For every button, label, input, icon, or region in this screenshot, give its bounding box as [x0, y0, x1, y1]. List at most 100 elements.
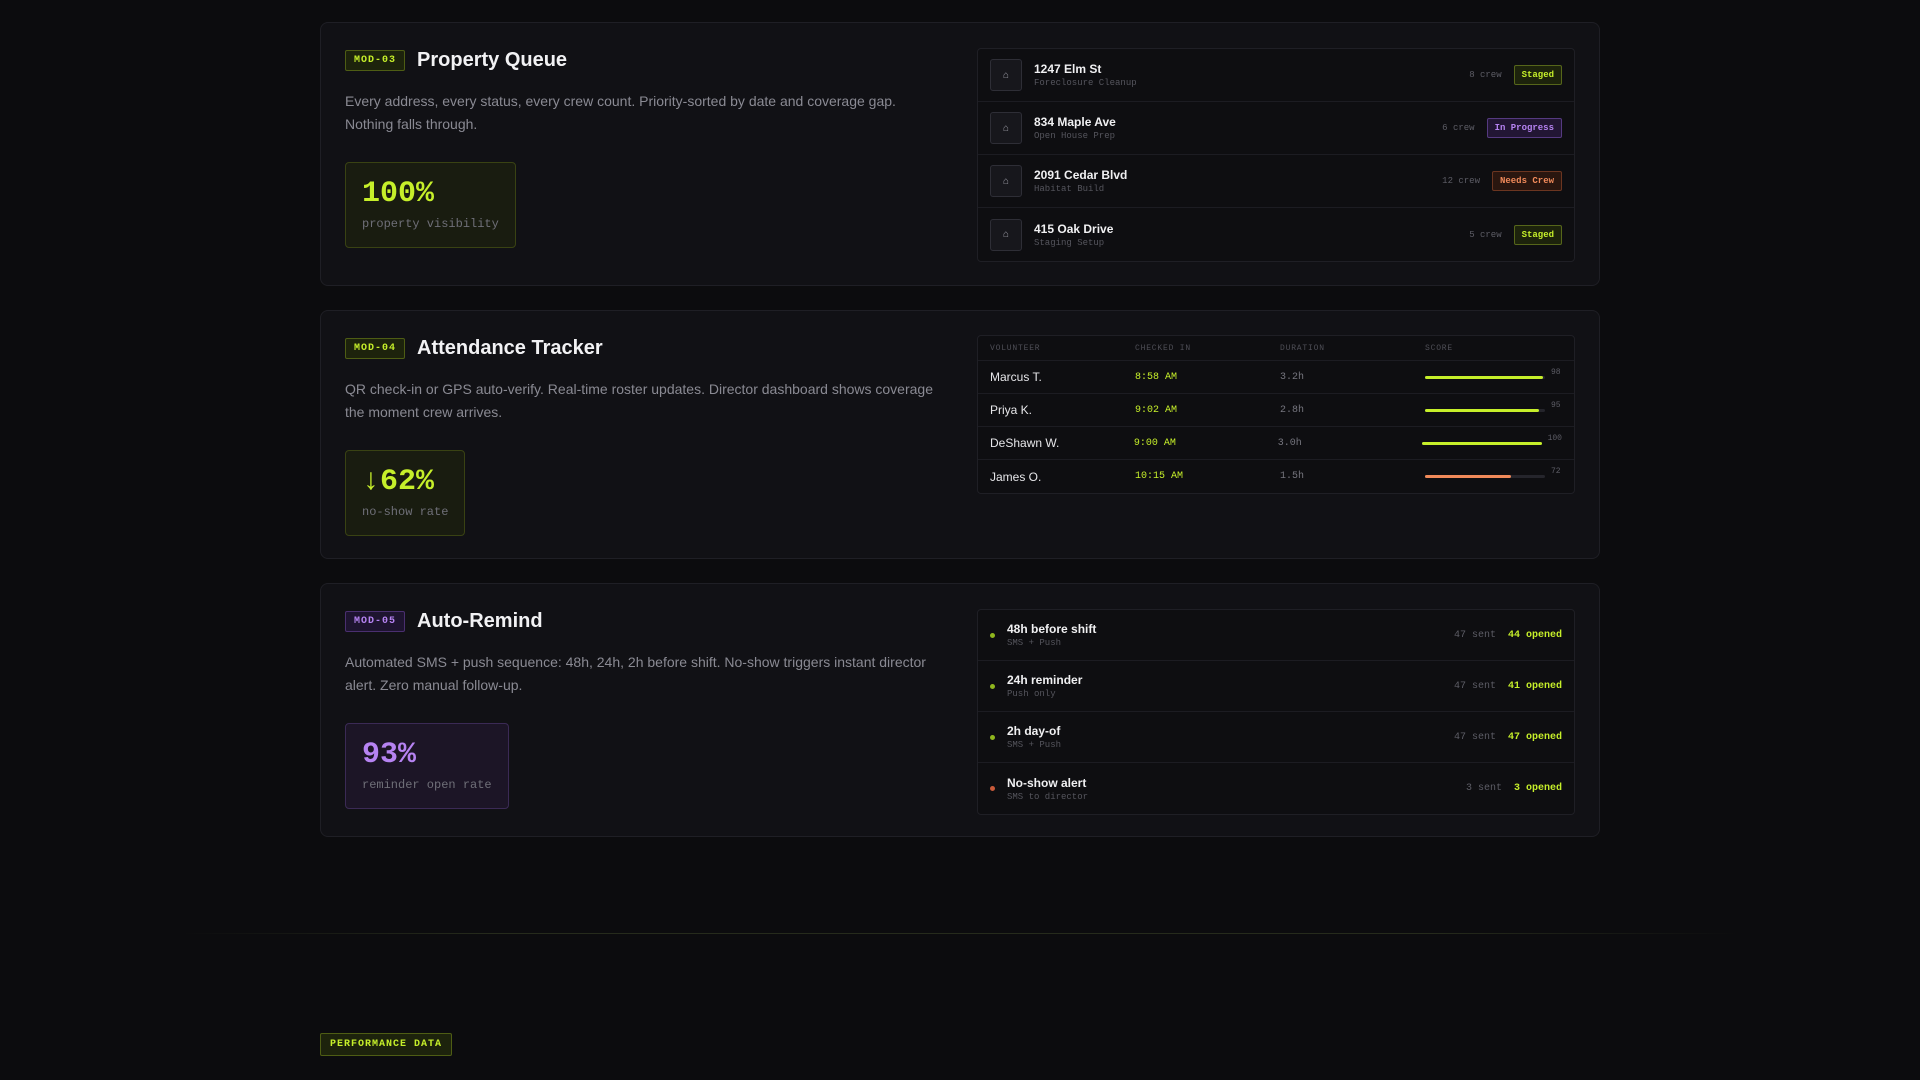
house-icon: ⌂	[990, 165, 1022, 197]
sent-count: 47 sent	[1453, 731, 1496, 743]
property-type: Open House Prep	[1034, 131, 1116, 141]
house-icon: ⌂	[990, 59, 1022, 91]
performance-data-tag: PERFORMANCE DATA	[320, 1033, 453, 1056]
opened-count: 41 opened	[1507, 680, 1562, 692]
score-value: 98	[1551, 367, 1561, 377]
property-row[interactable]: ⌂ 2091 Cedar Blvd Habitat Build 12 crew …	[978, 155, 1574, 208]
score-value: 100	[1547, 433, 1562, 443]
property-row[interactable]: ⌂ 834 Maple Ave Open House Prep 6 crew I…	[978, 102, 1574, 155]
score-bar-fill	[1425, 408, 1539, 412]
status-badge: Staged	[1513, 224, 1562, 245]
module-header: MOD-03 Property Queue	[345, 49, 945, 72]
property-type: Foreclosure Cleanup	[1034, 78, 1137, 88]
status-badge: In Progress	[1486, 118, 1562, 138]
stat-box: 100% property visibility	[345, 162, 516, 248]
reminder-list: 48h before shift SMS + Push 47 sent 44 o…	[977, 609, 1575, 815]
duration: 1.5h	[1280, 471, 1305, 482]
property-row[interactable]: ⌂ 1247 Elm St Foreclosure Cleanup 8 crew…	[978, 49, 1574, 102]
checked-in-time: 9:00 AM	[1133, 437, 1176, 449]
score-bar-fill	[1421, 441, 1542, 445]
house-icon: ⌂	[990, 218, 1022, 251]
stat-value: ↓62%	[362, 465, 435, 499]
table-row[interactable]: DeShawn W. 9:00 AM 3.0h 100	[978, 427, 1574, 460]
module-tag: MOD-05	[345, 611, 406, 632]
volunteer-name: Marcus T.	[990, 370, 1042, 384]
module-tag: MOD-04	[345, 338, 406, 359]
duration: 3.0h	[1277, 437, 1302, 449]
reminder-row[interactable]: 24h reminder Push only 47 sent 41 opened	[978, 661, 1574, 712]
score-value: 95	[1551, 400, 1561, 410]
stat-label: property visibility	[362, 217, 499, 231]
reminder-channel: SMS + Push	[1007, 740, 1062, 750]
table-row[interactable]: Marcus T. 8:58 AM 3.2h 98	[978, 361, 1574, 394]
module-description: Automated SMS + push sequence: 48h, 24h,…	[345, 654, 926, 693]
sent-count: 3 sent	[1465, 783, 1502, 794]
table-row[interactable]: James O. 10:15 AM 1.5h 72	[978, 460, 1574, 493]
module-title: Property Queue	[417, 49, 568, 71]
duration: 3.2h	[1280, 371, 1305, 383]
score-bar	[1425, 375, 1545, 379]
module-title: Attendance Tracker	[417, 337, 603, 359]
stat-label: reminder open rate	[362, 778, 492, 792]
property-type: Habitat Build	[1034, 184, 1105, 194]
column-header: VOLUNTEER	[990, 343, 1041, 353]
stat-box: 93% reminder open rate	[345, 723, 509, 809]
checked-in-time: 8:58 AM	[1135, 371, 1178, 383]
property-row[interactable]: ⌂ 415 Oak Drive Staging Setup 5 crew Sta…	[978, 208, 1574, 261]
auto-remind-card: MOD-05 Auto-Remind Automated SMS + push …	[320, 583, 1600, 837]
module-header: MOD-04 Attendance Tracker	[345, 337, 945, 360]
attendance-table: VOLUNTEER CHECKED IN DURATION SCORE Marc…	[977, 335, 1575, 494]
property-queue-card: MOD-03 Property Queue Every address, eve…	[320, 22, 1600, 286]
reminder-title: 2h day-of	[1007, 724, 1061, 738]
module-description: QR check-in or GPS auto-verify. Real-tim…	[345, 381, 933, 420]
checked-in-time: 9:02 AM	[1135, 404, 1178, 416]
reminder-row[interactable]: 2h day-of SMS + Push 47 sent 47 opened	[978, 712, 1574, 763]
column-header: DURATION	[1280, 343, 1325, 353]
house-icon: ⌂	[990, 112, 1022, 144]
module-title: Auto-Remind	[417, 610, 543, 632]
sent-count: 47 sent	[1453, 680, 1496, 692]
module-tag: MOD-03	[345, 50, 406, 71]
reminder-row[interactable]: No-show alert SMS to director 3 sent 3 o…	[978, 763, 1574, 814]
table-header: VOLUNTEER CHECKED IN DURATION SCORE	[978, 336, 1574, 361]
module-info: MOD-05 Auto-Remind Automated SMS + push …	[345, 610, 945, 809]
volunteer-name: DeShawn W.	[990, 436, 1060, 450]
score-value: 72	[1551, 467, 1561, 476]
property-address: 415 Oak Drive	[1034, 221, 1114, 236]
reminder-row[interactable]: 48h before shift SMS + Push 47 sent 44 o…	[978, 610, 1574, 661]
opened-count: 47 opened	[1507, 731, 1562, 743]
module-description: Every address, every status, every crew …	[345, 93, 896, 132]
column-header: SCORE	[1425, 343, 1454, 353]
checked-in-time: 10:15 AM	[1135, 471, 1184, 482]
stat-value: 100%	[362, 177, 435, 211]
status-dot	[990, 786, 995, 791]
property-type: Staging Setup	[1034, 237, 1105, 248]
duration: 2.8h	[1280, 404, 1305, 416]
module-header: MOD-05 Auto-Remind	[345, 610, 945, 633]
crew-count: 12 crew	[1442, 176, 1480, 186]
property-address: 2091 Cedar Blvd	[1034, 168, 1128, 182]
crew-count: 6 crew	[1442, 123, 1475, 133]
table-row[interactable]: Priya K. 9:02 AM 2.8h 95	[978, 394, 1574, 427]
volunteer-name: James O.	[990, 469, 1042, 484]
opened-count: 44 opened	[1507, 629, 1562, 641]
module-info: MOD-03 Property Queue Every address, eve…	[345, 49, 945, 248]
reminder-title: No-show alert	[1007, 775, 1087, 790]
score-bar-fill	[1425, 375, 1543, 379]
score-bar-fill	[1425, 475, 1512, 478]
status-dot	[990, 632, 995, 638]
opened-count: 3 opened	[1513, 783, 1562, 794]
section-divider	[180, 933, 1740, 934]
status-dot	[990, 734, 995, 740]
score-bar	[1425, 475, 1545, 478]
property-list: ⌂ 1247 Elm St Foreclosure Cleanup 8 crew…	[977, 48, 1575, 262]
volunteer-name: Priya K.	[990, 403, 1033, 417]
column-header: CHECKED IN	[1135, 343, 1192, 353]
reminder-channel: Push only	[1007, 689, 1056, 699]
score-bar	[1425, 408, 1545, 412]
reminder-title: 48h before shift	[1007, 622, 1097, 636]
crew-count: 5 crew	[1469, 229, 1502, 240]
status-badge: Needs Crew	[1491, 171, 1562, 191]
property-address: 834 Maple Ave	[1034, 115, 1116, 129]
property-address: 1247 Elm St	[1034, 62, 1102, 76]
